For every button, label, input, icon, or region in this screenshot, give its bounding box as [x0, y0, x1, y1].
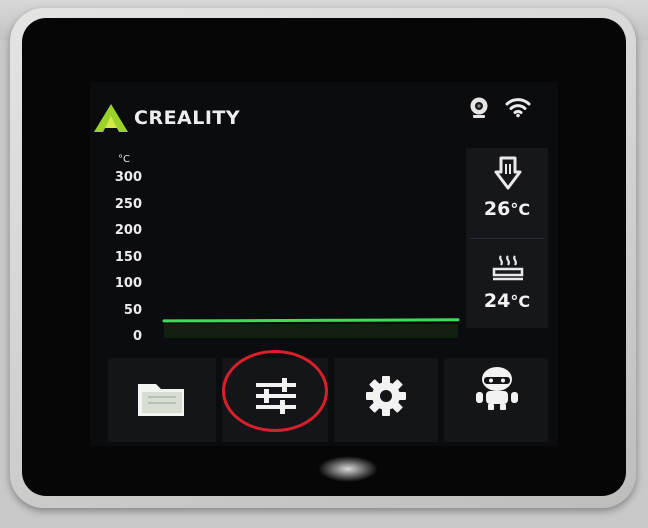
bed-temperature: 24°C	[483, 290, 531, 312]
y-axis-tick-label: 250	[114, 196, 142, 212]
webcam-icon[interactable]	[468, 96, 490, 120]
y-axis-unit: °C	[118, 154, 130, 165]
temperature-chart	[162, 318, 460, 338]
folder-icon	[138, 384, 184, 416]
y-axis-tick-label: 0	[132, 329, 142, 344]
temperature-series-line	[162, 318, 460, 323]
screen-glare	[318, 456, 378, 482]
y-axis-tick-label: 100	[114, 276, 142, 291]
y-axis-tick-label: 150	[114, 249, 142, 265]
temperature-divider	[470, 238, 544, 239]
brand-name: CREALITY	[134, 107, 241, 129]
gear-icon	[366, 376, 406, 416]
y-axis-tick-label: 300	[114, 170, 142, 185]
heated-bed-icon[interactable]	[492, 252, 524, 282]
highlight-annotation-circle	[222, 350, 328, 432]
creality-logo-icon	[94, 104, 128, 132]
robot-icon	[476, 367, 518, 410]
y-axis-tick-label: 50	[123, 302, 142, 318]
chart-baseline-glow	[164, 324, 458, 338]
creality-logo: CREALITY	[92, 102, 240, 134]
y-axis-tick-label: 200	[114, 223, 142, 238]
wifi-icon[interactable]	[505, 96, 531, 118]
nozzle-temperature: 26°C	[483, 198, 531, 220]
nozzle-icon[interactable]	[494, 156, 522, 192]
